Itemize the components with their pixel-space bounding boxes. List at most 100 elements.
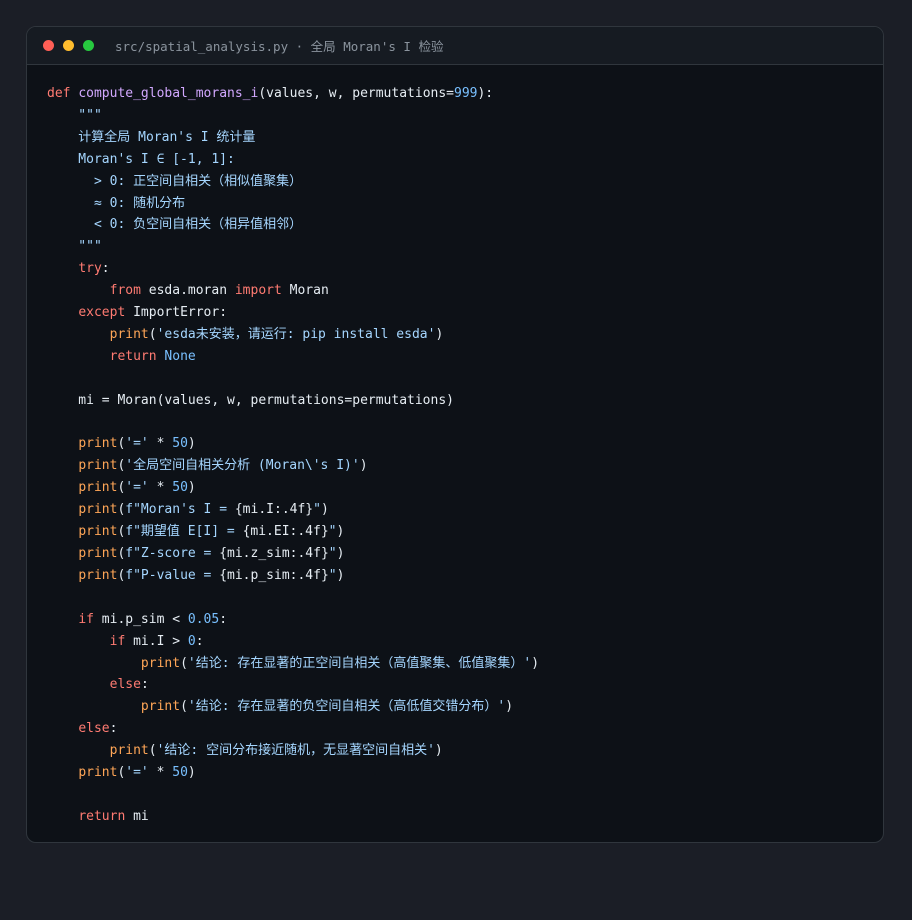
code-line: else: <box>47 718 539 740</box>
code-window: src/spatial_analysis.py · 全局 Moran's I 检… <box>26 26 884 843</box>
code-token: " <box>313 502 321 518</box>
minimize-window-button[interactable] <box>63 40 74 51</box>
code-token: * <box>148 765 173 781</box>
code-token: '结论: 空间分布接近随机，无显著空间自相关' <box>156 743 435 759</box>
code-line: print('=' * 50) <box>47 477 539 499</box>
code-token: print <box>140 699 181 715</box>
code-token: from <box>109 283 141 299</box>
code-line: mi = Moran(values, w, permutations=permu… <box>47 390 539 412</box>
code-token: : <box>195 633 204 649</box>
code-line: print(f"P-value = {mi.p_sim:.4f}") <box>47 565 539 587</box>
code-token: ) <box>434 743 443 759</box>
code-token: else <box>109 677 141 693</box>
code-token: print <box>78 546 118 561</box>
code-token: mi.I > <box>125 633 188 649</box>
code-token: print <box>78 765 118 781</box>
code-token: ) <box>336 524 345 540</box>
code-token: '=' <box>125 436 149 452</box>
code-line: """ <box>47 236 539 258</box>
code-token: : <box>109 721 118 737</box>
code-token: f"Z-score = <box>125 546 220 561</box>
code-line: print('结论: 存在显著的正空间自相关（高值聚集、低值聚集）') <box>47 653 539 675</box>
code-token: None <box>164 348 196 364</box>
code-line: print(f"Z-score = {mi.z_sim:.4f}") <box>47 543 539 565</box>
code-line: print('全局空间自相关分析 (Moran\'s I)') <box>47 455 539 477</box>
code-line: return None <box>47 346 539 368</box>
code-token: {mi.I:.4f} <box>234 502 314 518</box>
code-token: return <box>109 348 157 364</box>
code-token: ) <box>187 436 196 452</box>
code-token: if <box>78 611 94 627</box>
code-token: Moran's I ∈ [-1, 1]: <box>47 151 235 167</box>
code-token: '结论: 存在显著的负空间自相关（高低值交错分布）' <box>187 699 506 715</box>
code-token: import <box>234 283 282 299</box>
code-line: try: <box>47 258 539 280</box>
code-line: > 0: 正空间自相关（相似值聚集） <box>47 171 539 193</box>
code-token: : <box>140 677 149 693</box>
code-token: ) <box>187 480 196 496</box>
code-token: print <box>78 458 118 474</box>
window-title: src/spatial_analysis.py · 全局 Moran's I 检… <box>115 39 444 54</box>
code-line: print(f"Moran's I = {mi.I:.4f}") <box>47 499 539 521</box>
code-line: return mi <box>47 806 539 828</box>
code-token: ) <box>187 765 196 781</box>
code-token: ) <box>359 458 368 474</box>
code-token: 0.05 <box>187 611 220 627</box>
code-token: '=' <box>125 765 149 781</box>
code-token: (values, w, permutations= <box>258 86 454 101</box>
maximize-window-button[interactable] <box>83 40 94 51</box>
code-line: if mi.I > 0: <box>47 631 539 653</box>
close-window-button[interactable] <box>43 40 54 51</box>
code-token: ) <box>531 655 540 671</box>
code-token: ( <box>148 743 157 759</box>
code-token: " <box>328 567 337 583</box>
code-token: def <box>47 86 79 101</box>
code-token: ) <box>336 567 345 583</box>
code-token: print <box>140 655 181 671</box>
code-token: ( <box>180 699 188 715</box>
code-line: 计算全局 Moran's I 统计量 <box>47 127 539 149</box>
code-token: ( <box>148 326 157 342</box>
code-token: '结论: 存在显著的正空间自相关（高值聚集、低值聚集）' <box>187 655 532 671</box>
code-token: f"期望值 E[I] = <box>125 524 243 540</box>
code-token: print <box>78 567 118 583</box>
code-token: print <box>78 480 118 496</box>
code-line: if mi.p_sim < 0.05: <box>47 609 539 631</box>
code-token: mi <box>125 808 149 824</box>
code-line: """ <box>47 105 539 127</box>
code-token: '=' <box>125 480 149 496</box>
code-line: Moran's I ∈ [-1, 1]: <box>47 149 539 171</box>
code-token: """ <box>47 239 102 255</box>
code-token: ≈ 0: 随机分布 <box>47 195 186 211</box>
code-token: if <box>109 633 126 649</box>
code-token: mi.p_sim < <box>93 611 188 627</box>
code-line: def compute_global_morans_i(values, w, p… <box>47 83 539 105</box>
code-token: ): <box>477 86 494 101</box>
code-token: 0 <box>187 633 196 649</box>
code-token: " <box>328 546 337 561</box>
code-block[interactable]: def compute_global_morans_i(values, w, p… <box>47 83 539 828</box>
code-token: 50 <box>172 480 188 496</box>
code-token: return <box>78 808 126 824</box>
code-token: """ <box>47 107 102 123</box>
code-line: ≈ 0: 随机分布 <box>47 193 539 215</box>
code-line: else: <box>47 674 539 696</box>
code-token: ) <box>435 326 444 342</box>
